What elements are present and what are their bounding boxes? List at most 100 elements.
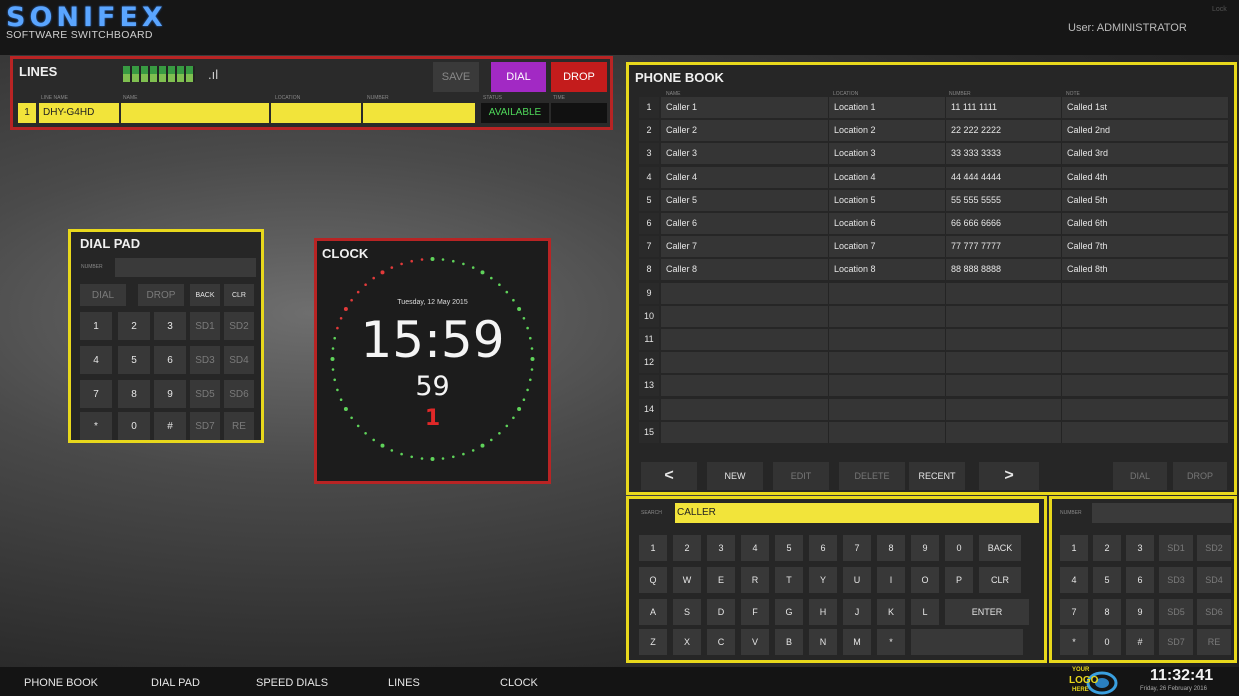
- key-o[interactable]: O: [911, 567, 939, 593]
- row-note[interactable]: [1062, 282, 1229, 304]
- dialpad-key-4[interactable]: 4: [80, 346, 112, 374]
- key-1[interactable]: 1: [639, 535, 667, 561]
- key-c[interactable]: C: [707, 629, 735, 655]
- speed-key-0[interactable]: 0: [1093, 629, 1121, 655]
- speed-key-6[interactable]: 6: [1126, 567, 1154, 593]
- key-j[interactable]: J: [843, 599, 871, 625]
- lock-button[interactable]: Lock: [1212, 6, 1227, 13]
- dialpad-key-9[interactable]: 9: [154, 380, 186, 408]
- line-number-cell[interactable]: [363, 103, 475, 123]
- key-4[interactable]: 4: [741, 535, 769, 561]
- row-name[interactable]: [661, 398, 829, 420]
- pb-drop-button[interactable]: DROP: [1173, 462, 1227, 490]
- phone-book-row[interactable]: 12: [639, 352, 1229, 374]
- dialpad-key-0[interactable]: 0: [118, 412, 150, 440]
- nav-speed-dials[interactable]: SPEED DIALS: [256, 677, 328, 689]
- dialpad-key-6[interactable]: 6: [154, 346, 186, 374]
- dialpad-key-8[interactable]: 8: [118, 380, 150, 408]
- row-location[interactable]: [829, 398, 946, 420]
- row-number[interactable]: [946, 305, 1062, 327]
- row-number[interactable]: 33 333 3333: [946, 143, 1062, 165]
- row-name[interactable]: [661, 305, 829, 327]
- row-note[interactable]: [1062, 352, 1229, 374]
- phone-book-row[interactable]: 9: [639, 282, 1229, 304]
- speed-key-sd5[interactable]: SD5: [1159, 599, 1193, 625]
- speed-key-9[interactable]: 9: [1126, 599, 1154, 625]
- row-location[interactable]: Location 5: [829, 189, 946, 211]
- new-button[interactable]: NEW: [707, 462, 763, 490]
- key-8[interactable]: 8: [877, 535, 905, 561]
- delete-button[interactable]: DELETE: [839, 462, 905, 490]
- dial-number-input[interactable]: [115, 258, 256, 277]
- row-number[interactable]: [946, 352, 1062, 374]
- key-y[interactable]: Y: [809, 567, 837, 593]
- speed-key-star[interactable]: *: [1060, 629, 1088, 655]
- row-location[interactable]: [829, 375, 946, 397]
- phone-book-row[interactable]: 13: [639, 375, 1229, 397]
- speed-key-4[interactable]: 4: [1060, 567, 1088, 593]
- dialpad-key-sd1[interactable]: SD1: [190, 312, 220, 340]
- dialpad-clr-button[interactable]: CLR: [224, 284, 254, 306]
- row-number[interactable]: [946, 375, 1062, 397]
- row-number[interactable]: [946, 329, 1062, 350]
- speed-key-sd7[interactable]: SD7: [1159, 629, 1193, 655]
- key-u[interactable]: U: [843, 567, 871, 593]
- row-location[interactable]: [829, 305, 946, 327]
- key-w[interactable]: W: [673, 567, 701, 593]
- row-name[interactable]: Caller 1: [661, 97, 829, 118]
- row-note[interactable]: Called 6th: [1062, 213, 1229, 234]
- key-l[interactable]: L: [911, 599, 939, 625]
- next-page-button[interactable]: >: [979, 462, 1039, 490]
- row-name[interactable]: Caller 7: [661, 236, 829, 258]
- phone-book-row[interactable]: 11: [639, 329, 1229, 350]
- nav-lines[interactable]: LINES: [388, 677, 420, 689]
- row-location[interactable]: Location 8: [829, 259, 946, 281]
- phone-book-row[interactable]: 2 Caller 2 Location 2 22 222 2222 Called 2nd: [639, 120, 1229, 142]
- row-note[interactable]: Called 5th: [1062, 189, 1229, 211]
- dialpad-key-sd7[interactable]: SD7: [190, 412, 220, 440]
- key-x[interactable]: X: [673, 629, 701, 655]
- row-number[interactable]: 22 222 2222: [946, 120, 1062, 142]
- key-6[interactable]: 6: [809, 535, 837, 561]
- row-number[interactable]: 77 777 7777: [946, 236, 1062, 258]
- dialpad-key-hash[interactable]: #: [154, 412, 186, 440]
- line-caller-name-cell[interactable]: [121, 103, 269, 123]
- key-7[interactable]: 7: [843, 535, 871, 561]
- speed-key-sd6[interactable]: SD6: [1197, 599, 1231, 625]
- phone-book-row[interactable]: 15: [639, 421, 1229, 443]
- dialpad-key-sd6[interactable]: SD6: [224, 380, 254, 408]
- phone-book-row[interactable]: 4 Caller 4 Location 4 44 444 4444 Called 4th: [639, 166, 1229, 188]
- key-t[interactable]: T: [775, 567, 803, 593]
- row-number[interactable]: [946, 398, 1062, 420]
- pb-dial-button[interactable]: DIAL: [1113, 462, 1167, 490]
- space-key[interactable]: [911, 629, 1023, 655]
- phone-book-row[interactable]: 3 Caller 3 Location 3 33 333 3333 Called 3rd: [639, 143, 1229, 165]
- speed-key-sd4[interactable]: SD4: [1197, 567, 1231, 593]
- dialpad-key-sd3[interactable]: SD3: [190, 346, 220, 374]
- key-n[interactable]: N: [809, 629, 837, 655]
- speed-key-2[interactable]: 2: [1093, 535, 1121, 561]
- row-number[interactable]: [946, 282, 1062, 304]
- key-s[interactable]: S: [673, 599, 701, 625]
- row-note[interactable]: Called 4th: [1062, 166, 1229, 188]
- phone-book-row[interactable]: 6 Caller 6 Location 6 66 666 6666 Called 6th: [639, 213, 1229, 234]
- key-k[interactable]: K: [877, 599, 905, 625]
- row-name[interactable]: [661, 352, 829, 374]
- row-number[interactable]: 11 111 1111: [946, 97, 1062, 118]
- row-name[interactable]: [661, 282, 829, 304]
- row-name[interactable]: Caller 5: [661, 189, 829, 211]
- row-location[interactable]: [829, 421, 946, 443]
- key-star[interactable]: *: [877, 629, 905, 655]
- key-d[interactable]: D: [707, 599, 735, 625]
- row-name[interactable]: [661, 375, 829, 397]
- key-g[interactable]: G: [775, 599, 803, 625]
- nav-phone-book[interactable]: PHONE BOOK: [24, 677, 98, 689]
- dialpad-key-2[interactable]: 2: [118, 312, 150, 340]
- dialpad-back-button[interactable]: BACK: [190, 284, 220, 306]
- speed-key-sd2[interactable]: SD2: [1197, 535, 1231, 561]
- key-f[interactable]: F: [741, 599, 769, 625]
- row-name[interactable]: Caller 4: [661, 166, 829, 188]
- row-location[interactable]: [829, 329, 946, 350]
- row-note[interactable]: Called 3rd: [1062, 143, 1229, 165]
- row-note[interactable]: [1062, 398, 1229, 420]
